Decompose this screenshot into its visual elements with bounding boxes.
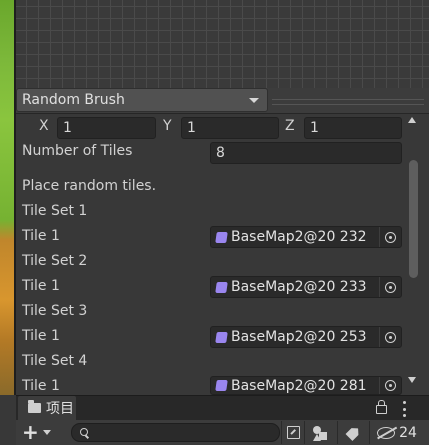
search-icon [80,428,88,436]
type-filter-button[interactable] [304,421,337,444]
tile-asset-icon [215,380,228,391]
tile-set-4-title: Tile Set 4 [22,353,88,369]
tile-set-1-tile-value: BaseMap2@20 232 [231,229,367,245]
hidden-packages-count: 24 [399,424,417,441]
tile-set-1-tile-field[interactable]: BaseMap2@20 232 [210,226,402,248]
tile-set-3-title: Tile Set 3 [22,303,88,319]
tile-set-2-tile-label: Tile 1 [22,278,60,294]
tile-set-4-tile-label: Tile 1 [22,378,60,394]
tile-set-2-title: Tile Set 2 [22,253,88,269]
search-input[interactable] [92,424,272,441]
folder-icon [28,400,41,413]
y-label: Y [163,118,172,134]
tile-set-1-tile-label: Tile 1 [22,228,60,244]
tile-asset-icon [215,281,228,293]
type-filter-icon [313,425,329,441]
object-picker-icon[interactable] [379,327,401,347]
chevron-down-icon [249,98,259,103]
number-of-tiles-label: Number of Tiles [22,143,133,159]
scroll-down-arrow[interactable] [408,377,416,383]
number-of-tiles-field[interactable]: 8 [210,142,402,164]
lock-icon[interactable] [376,400,387,414]
z-field[interactable]: 1 [304,117,402,139]
tile-set-3-tile-label: Tile 1 [22,328,60,344]
x-label: X [39,118,49,134]
eye-hidden-icon [377,426,396,439]
scroll-up-arrow[interactable] [408,117,416,123]
open-window-icon [286,426,300,439]
kebab-menu-icon[interactable] [401,401,407,417]
tile-set-2-tile-value: BaseMap2@20 233 [231,279,367,295]
tile-asset-icon [215,231,228,243]
tile-set-4-tile-value: BaseMap2@20 281 [231,377,367,394]
x-field[interactable]: 1 [57,117,156,139]
tile-set-1-title: Tile Set 1 [22,203,88,219]
open-window-button[interactable] [281,421,304,444]
tile-set-4-tile-field[interactable]: BaseMap2@20 281 [210,376,402,395]
tag-icon [345,424,361,440]
tab-project-label: 项目 [46,401,74,417]
tab-project[interactable]: 项目 [18,396,76,420]
project-tab-bar [16,395,429,421]
scene-view-strip[interactable] [0,0,14,395]
label-filter-button[interactable] [337,421,369,444]
tile-set-3-tile-value: BaseMap2@20 253 [231,329,367,345]
hidden-packages-button[interactable]: 24 [369,421,424,444]
z-label: Z [285,118,295,134]
scrollbar-thumb[interactable] [409,160,418,278]
create-button[interactable]: + [22,422,58,442]
brush-description: Place random tiles. [22,178,157,194]
object-picker-icon[interactable] [379,227,401,247]
y-field[interactable]: 1 [181,117,279,139]
tile-set-2-tile-field[interactable]: BaseMap2@20 233 [210,276,402,298]
tile-asset-icon [215,331,228,343]
brush-dropdown[interactable]: Random Brush [16,88,268,112]
object-picker-icon[interactable] [379,277,401,297]
chevron-down-icon [42,429,51,435]
object-picker-icon[interactable] [379,377,401,394]
tile-palette-grid[interactable] [16,0,429,89]
plus-icon: + [22,420,39,444]
tile-set-3-tile-field[interactable]: BaseMap2@20 253 [210,326,402,348]
brush-header-divider [272,99,424,105]
brush-dropdown-label: Random Brush [22,92,125,108]
